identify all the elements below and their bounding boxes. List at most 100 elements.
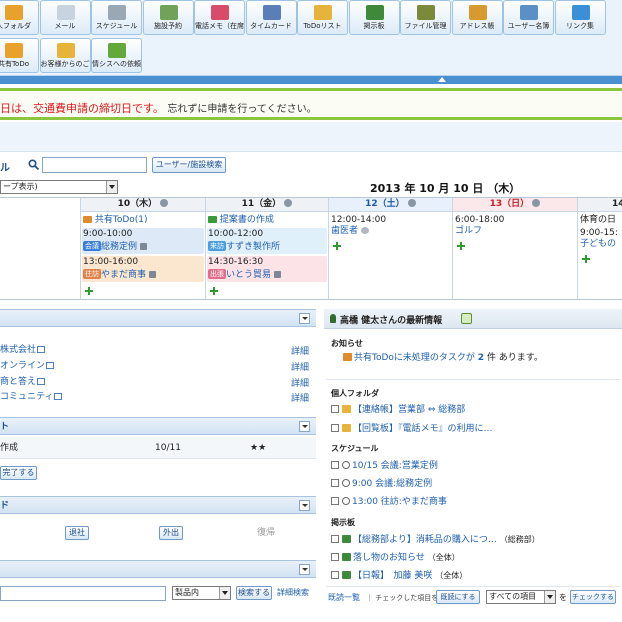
event-title[interactable]: 会議 総務定例 — [83, 241, 147, 253]
day-column-11[interactable]: 11（金） 提案書の作成 10:00-12:00 来訪 すずき製作所 14:30-… — [205, 198, 328, 299]
event-title[interactable]: 往訪 やまだ商事 — [83, 269, 156, 281]
calendar-settings-icon[interactable] — [160, 199, 169, 207]
item-checkbox[interactable] — [331, 424, 339, 432]
day-header-14[interactable]: 14 — [578, 198, 622, 212]
day-column-12[interactable]: 12（土） 12:00-14:00 歯医者 — [328, 198, 452, 299]
item-checkbox[interactable] — [331, 405, 339, 413]
app-button-it-request[interactable]: 情シスへの依頼 — [91, 38, 142, 73]
item-checkbox[interactable] — [331, 571, 339, 579]
notice-item[interactable]: 共有ToDoに未処理のタスクが 2 件 あります。 — [343, 352, 543, 364]
board-item[interactable]: 落し物のお知らせ （全体） — [331, 552, 460, 564]
app-button-calendar[interactable]: スケジュール — [91, 0, 142, 35]
app-button-label: 共有ToDo — [0, 60, 30, 68]
day-column-10[interactable]: 10（木） 共有ToDo(1) 9:00-10:00 会議 総務定例 13:00-… — [80, 198, 205, 299]
item-filter-select[interactable]: すべての項目 — [486, 590, 556, 604]
item-checkbox[interactable] — [331, 461, 339, 469]
check-button[interactable]: チェックする — [570, 590, 616, 604]
app-button-address-book[interactable]: アドレス帳 — [451, 0, 503, 35]
add-event-plus-icon[interactable] — [210, 287, 218, 295]
day-header-10[interactable]: 10（木） — [81, 198, 205, 212]
mark-read-button[interactable]: 既読にする — [436, 590, 480, 604]
item-checkbox[interactable] — [331, 535, 339, 543]
item-checkbox[interactable] — [331, 553, 339, 561]
group-view-select[interactable]: ープ表示) — [0, 180, 118, 194]
link-item-4[interactable]: コミュニティ — [0, 391, 63, 403]
chevron-down-icon[interactable] — [219, 587, 230, 599]
board-item[interactable]: 【総務部より】消耗品の購入につ… （総務部） — [331, 534, 540, 546]
day-header-13[interactable]: 13（日） — [453, 198, 577, 212]
link-detail-3[interactable]: 詳細 — [291, 376, 309, 389]
folder-item[interactable]: 【連絡帳】営業部 ⇔ 総務部 — [331, 404, 465, 416]
link-detail-4[interactable]: 詳細 — [291, 391, 309, 404]
link-detail-2[interactable]: 詳細 — [291, 360, 309, 373]
app-button-shared-todo[interactable]: 共有ToDo — [0, 38, 39, 73]
todo-row[interactable]: 作成 10/11 ★★ — [0, 437, 316, 459]
shared-todo-link[interactable]: 共有ToDo(1) — [83, 215, 148, 226]
chevron-down-icon[interactable] — [544, 591, 555, 603]
todo-item-link[interactable]: 提案書の作成 — [208, 215, 274, 226]
item-checkbox[interactable] — [331, 479, 339, 487]
search-scope-select[interactable]: 製品内 — [172, 586, 231, 600]
event-title[interactable]: 来訪 すずき製作所 — [208, 241, 280, 253]
app-button-todo-list[interactable]: ToDoリスト — [297, 0, 348, 35]
portlet-menu-dropdown[interactable] — [299, 500, 310, 511]
footer-to-label: を — [559, 593, 567, 602]
day-column-14[interactable]: 14 体育の日 9:00-15: 子どもの — [577, 198, 622, 299]
add-event-plus-icon[interactable] — [85, 287, 93, 295]
search-button[interactable]: 検索する — [236, 586, 272, 600]
schedule-item[interactable]: 13:00 往訪:やまだ商事 — [331, 496, 447, 508]
link-item-3[interactable]: 商と答え — [0, 376, 46, 388]
link-item-2[interactable]: オンライン — [0, 360, 55, 372]
read-list-link[interactable]: 既読一覧 — [328, 592, 360, 604]
item-checkbox[interactable] — [331, 497, 339, 505]
schedule-item[interactable]: 9:00 会議:総務定例 — [331, 478, 432, 490]
add-event-plus-icon[interactable] — [582, 255, 590, 263]
leave-office-button[interactable]: 退社 — [65, 526, 89, 540]
app-button-facility[interactable]: 施設予約 — [142, 0, 194, 35]
app-button-bulletin-board[interactable]: 掲示板 — [348, 0, 400, 35]
app-button-file-manager[interactable]: ファイル管理 — [400, 0, 451, 35]
calendar-settings-icon[interactable] — [407, 199, 416, 207]
event-title[interactable]: ゴルフ — [455, 226, 482, 237]
event-box[interactable]: 9:00-10:00 会議 総務定例 — [82, 228, 204, 254]
user-facility-search-button[interactable]: ユーザー/施設検索 — [152, 157, 226, 173]
app-button-folder[interactable]: 人フォルダ — [0, 0, 39, 35]
collapse-arrow-icon[interactable] — [438, 77, 446, 82]
event-box[interactable]: 13:00-16:00 往訪 やまだ商事 — [82, 256, 204, 282]
refresh-icon[interactable] — [461, 313, 472, 324]
app-button-user-directory[interactable]: ユーザー名簿 — [503, 0, 554, 35]
folder-item[interactable]: 【回覧板】『電話メモ』の利用に… — [331, 423, 493, 435]
schedule-item[interactable]: 10/15 会議:営業定例 — [331, 460, 438, 472]
toolbar-collapse-bar[interactable] — [0, 76, 622, 84]
event-box[interactable]: 14:30-16:30 出張 いとう貿易 — [207, 256, 327, 282]
app-button-timecard[interactable]: タイムカード — [245, 0, 297, 35]
event-title[interactable]: 歯医者 — [331, 226, 369, 237]
link-detail-1[interactable]: 詳細 — [291, 344, 309, 357]
day-header-11[interactable]: 11（金） — [206, 198, 328, 212]
board-item[interactable]: 【日報】 加藤 美咲 （全体） — [331, 570, 467, 582]
add-event-plus-icon[interactable] — [333, 242, 341, 250]
link-item-1[interactable]: 株式会社 — [0, 344, 46, 356]
event-title[interactable]: 子どもの — [580, 239, 616, 250]
day-column-13[interactable]: 13（日） 6:00-18:00 ゴルフ — [452, 198, 577, 299]
complete-button[interactable]: 完了する — [0, 466, 37, 480]
app-button-customer-inquiry[interactable]: お客様からのご — [39, 38, 91, 73]
calendar-settings-icon[interactable] — [284, 199, 293, 207]
app-button-phone-memo[interactable]: 電話メモ（在席 — [194, 0, 245, 35]
event-title[interactable]: 出張 いとう貿易 — [208, 269, 281, 281]
event-box[interactable]: 10:00-12:00 来訪 すずき製作所 — [207, 228, 327, 254]
calendar-settings-icon[interactable] — [532, 199, 541, 207]
go-out-button[interactable]: 外出 — [159, 526, 183, 540]
keyword-search-input[interactable] — [0, 586, 166, 601]
new-window-icon — [37, 378, 46, 385]
add-event-plus-icon[interactable] — [457, 242, 465, 250]
app-button-globe[interactable]: リンク集 — [554, 0, 606, 35]
chevron-down-icon[interactable] — [106, 181, 117, 193]
day-header-12[interactable]: 12（土） — [329, 198, 452, 212]
schedule-search-input[interactable] — [42, 157, 147, 173]
portlet-menu-dropdown[interactable] — [299, 564, 310, 575]
advanced-search-link[interactable]: 詳細検索 — [277, 587, 309, 599]
app-button-mail[interactable]: メール — [39, 0, 91, 35]
portlet-menu-dropdown[interactable] — [299, 313, 310, 324]
portlet-menu-dropdown[interactable] — [299, 421, 310, 432]
